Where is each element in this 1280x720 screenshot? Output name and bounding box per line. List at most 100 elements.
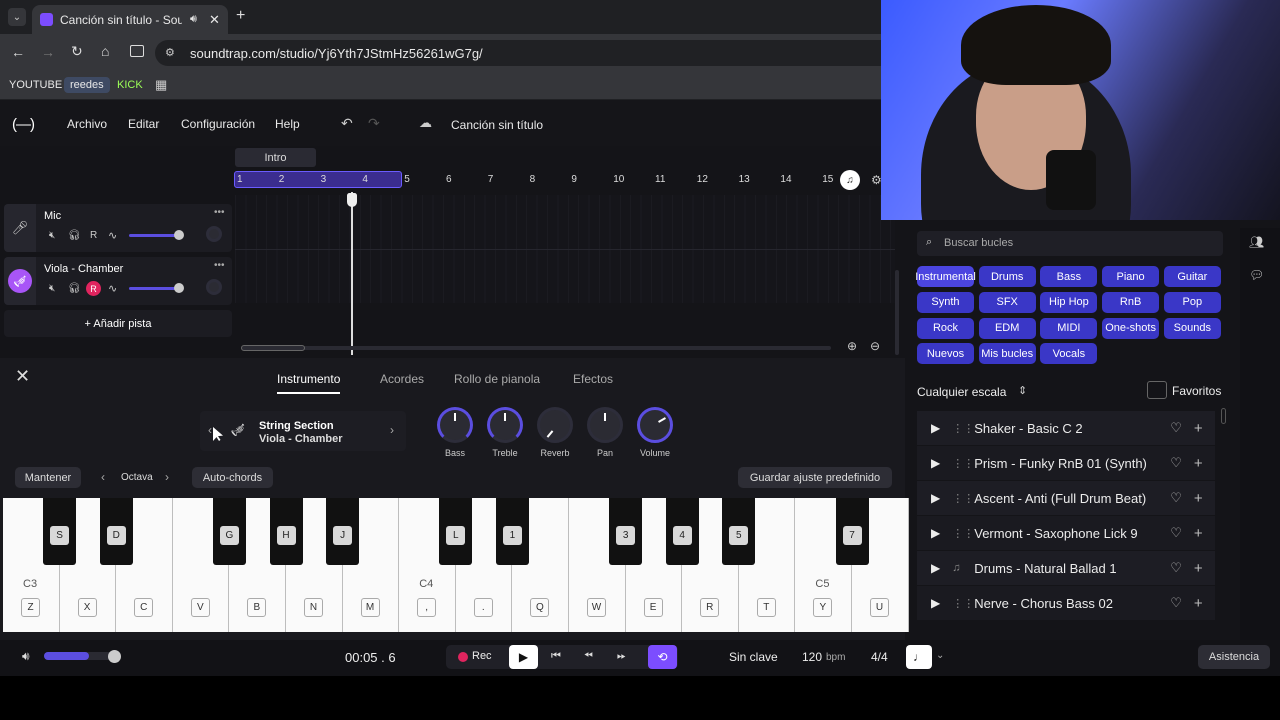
- category-sounds[interactable]: Sounds: [1163, 317, 1221, 339]
- volume-knob[interactable]: [637, 407, 673, 443]
- play-loop-icon[interactable]: ▶: [931, 526, 940, 540]
- metronome-icon[interactable]: ♩: [906, 645, 932, 669]
- add-loop-icon[interactable]: +: [1194, 490, 1203, 507]
- favorite-heart-icon[interactable]: ♡: [1170, 525, 1182, 541]
- category-synth[interactable]: Synth: [917, 291, 974, 313]
- loops-scrollbar[interactable]: [1221, 408, 1226, 424]
- zoom-in-icon[interactable]: ⊕: [847, 339, 857, 353]
- instrument-selector[interactable]: ‹ 🎺︎ String Section Viola - Chamber ›: [200, 411, 406, 451]
- category-pop[interactable]: Pop: [1163, 291, 1221, 313]
- master-volume-slider[interactable]: [44, 652, 116, 660]
- ruler-bar-6[interactable]: 6: [446, 174, 452, 185]
- add-track-button[interactable]: + Añadir pista: [4, 310, 232, 337]
- category-piano[interactable]: Piano: [1102, 266, 1160, 287]
- section-intro[interactable]: Intro: [235, 148, 316, 167]
- treble-knob[interactable]: [487, 407, 523, 443]
- category-sfx[interactable]: SFX: [978, 291, 1036, 313]
- bookmark-youtube[interactable]: YOUTUBE: [3, 77, 68, 93]
- favorite-heart-icon[interactable]: ♡: [1170, 420, 1182, 436]
- track-name[interactable]: Viola - Chamber: [44, 263, 123, 275]
- playhead-handle[interactable]: [347, 193, 357, 207]
- meter-display[interactable]: 4/4: [871, 650, 888, 664]
- add-loop-icon[interactable]: +: [1194, 525, 1203, 542]
- collaborators-icon[interactable]: 👥︎: [1249, 235, 1264, 249]
- piano-black-key[interactable]: 1: [495, 498, 529, 565]
- menu-archivo[interactable]: Archivo: [67, 117, 107, 131]
- redo-icon[interactable]: ↷: [368, 115, 380, 132]
- horizontal-scrollbar[interactable]: [241, 346, 831, 350]
- play-loop-icon[interactable]: ▶: [931, 596, 940, 610]
- favorite-heart-icon[interactable]: ♡: [1170, 560, 1182, 576]
- menu-help[interactable]: Help: [275, 117, 300, 131]
- play-loop-icon[interactable]: ▶: [931, 561, 940, 575]
- site-info-icon[interactable]: ⚙: [165, 46, 175, 59]
- loops-search-input[interactable]: ⌕ Buscar bucles: [917, 231, 1223, 256]
- piano-black-key[interactable]: H: [269, 498, 303, 565]
- ruler-bar-13[interactable]: 13: [739, 174, 750, 185]
- octave-up-icon[interactable]: ›: [165, 470, 169, 484]
- track-menu-icon[interactable]: •••: [214, 260, 225, 271]
- loop-row[interactable]: ▶ ♫ Drums - Natural Ballad 1 ♡ +: [917, 551, 1215, 585]
- piano-black-key[interactable]: L: [439, 498, 473, 565]
- next-instrument-icon[interactable]: ›: [390, 423, 394, 437]
- tab-list-icon[interactable]: ⌄: [8, 8, 26, 26]
- tab-rollo-pianola[interactable]: Rollo de pianola: [454, 372, 540, 386]
- add-loop-icon[interactable]: +: [1194, 455, 1203, 472]
- chevron-updown-icon[interactable]: ⇕: [1018, 384, 1027, 397]
- piano-black-key[interactable]: 7: [835, 498, 869, 565]
- track-mic[interactable]: 🎤︎ Mic ••• 🔇︎ 🎧︎ R ∿: [4, 204, 232, 252]
- save-preset-button[interactable]: Guardar ajuste predefinido: [738, 467, 892, 488]
- octave-down-icon[interactable]: ‹: [101, 470, 105, 484]
- play-loop-icon[interactable]: ▶: [931, 456, 940, 470]
- loop-toggle-icon[interactable]: ⟲: [648, 645, 677, 669]
- track-menu-icon[interactable]: •••: [214, 207, 225, 218]
- back-icon[interactable]: ←: [11, 44, 25, 60]
- piano-black-key[interactable]: J: [326, 498, 360, 565]
- apps-grid-icon[interactable]: ▦: [155, 77, 167, 93]
- ruler-bar-15[interactable]: 15: [822, 174, 833, 185]
- rec-button[interactable]: Rec: [472, 650, 492, 662]
- play-loop-icon[interactable]: ▶: [931, 421, 940, 435]
- tab-acordes[interactable]: Acordes: [380, 372, 424, 386]
- category-drums[interactable]: Drums: [978, 266, 1036, 287]
- track-pan-knob[interactable]: [206, 226, 222, 242]
- category-vocals[interactable]: Vocals: [1040, 343, 1098, 365]
- soundtrap-logo-icon[interactable]: (—): [12, 116, 35, 133]
- favorite-heart-icon[interactable]: ♡: [1170, 595, 1182, 611]
- playhead[interactable]: [351, 192, 353, 355]
- key-display[interactable]: Sin clave: [729, 650, 778, 664]
- fast-forward-icon[interactable]: ⏩︎: [617, 650, 626, 663]
- category-midi[interactable]: MIDI: [1040, 317, 1098, 339]
- close-editor-icon[interactable]: ✕: [15, 366, 30, 387]
- metronome-toggle-icon[interactable]: ♫: [840, 170, 860, 190]
- piano-black-key[interactable]: 5: [722, 498, 756, 565]
- favorites-checkbox[interactable]: [1147, 381, 1167, 399]
- mantener-button[interactable]: Mantener: [15, 467, 81, 488]
- undo-icon[interactable]: ↶: [341, 115, 353, 132]
- reverb-knob[interactable]: [537, 407, 573, 443]
- favorite-heart-icon[interactable]: ♡: [1170, 455, 1182, 471]
- autochords-button[interactable]: Auto-chords: [192, 467, 273, 488]
- track-viola[interactable]: 🎺︎ Viola - Chamber ••• 🔇︎ 🎧︎ R ∿: [4, 257, 232, 305]
- piano-black-key[interactable]: 4: [665, 498, 699, 565]
- master-volume-icon[interactable]: 🔊︎: [22, 649, 30, 664]
- ruler-bar-9[interactable]: 9: [571, 174, 577, 185]
- menu-configuracion[interactable]: Configuración: [181, 117, 255, 131]
- loop-row[interactable]: ▶ ⋮⋮ Vermont - Saxophone Lick 9 ♡ +: [917, 516, 1215, 550]
- track-pan-knob[interactable]: [206, 279, 222, 295]
- loop-row[interactable]: ▶ ⋮⋮ Ascent - Anti (Full Drum Beat) ♡ +: [917, 481, 1215, 515]
- track-name[interactable]: Mic: [44, 210, 61, 222]
- category-hip-hop[interactable]: Hip Hop: [1040, 291, 1098, 313]
- category-rnb[interactable]: RnB: [1102, 291, 1160, 313]
- ruler-bar-10[interactable]: 10: [613, 174, 624, 185]
- track-volume-handle[interactable]: [174, 283, 184, 293]
- tab-instrumento[interactable]: Instrumento: [277, 372, 341, 394]
- sidepanel-icon[interactable]: [130, 45, 144, 57]
- add-loop-icon[interactable]: +: [1194, 560, 1203, 577]
- ruler-bar-3[interactable]: 3: [321, 174, 327, 185]
- bookmark-reedes[interactable]: reedes: [64, 77, 110, 93]
- new-tab-icon[interactable]: +: [236, 7, 245, 25]
- horizontal-scroll-thumb[interactable]: [241, 345, 305, 351]
- ruler-bar-4[interactable]: 4: [362, 174, 368, 185]
- vertical-scrollbar[interactable]: [895, 270, 899, 355]
